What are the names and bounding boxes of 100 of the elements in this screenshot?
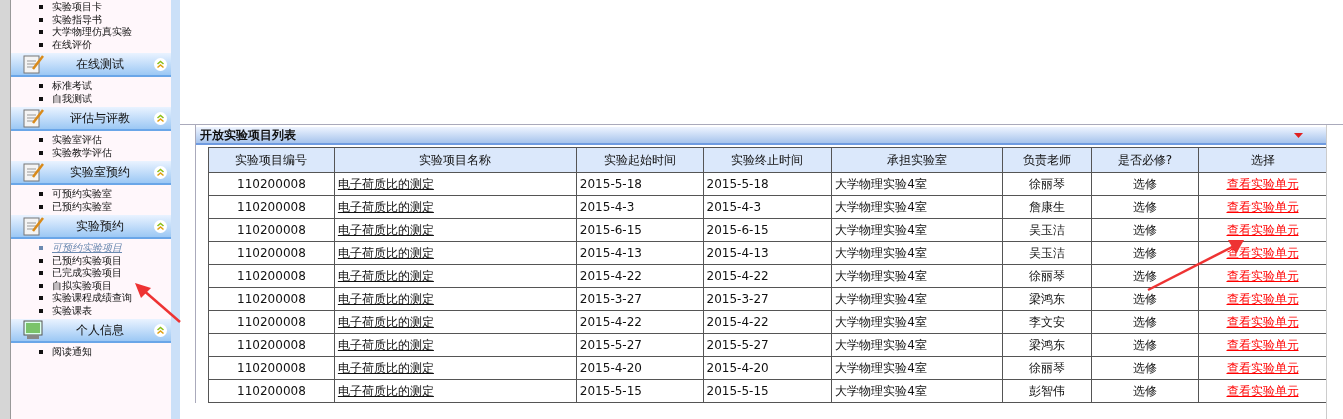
table-cell: 选修 — [1091, 195, 1199, 219]
section-title: 个人信息 — [74, 321, 125, 339]
menu-link[interactable]: 自我测试 — [52, 91, 92, 106]
column-header: 承担实验室 — [831, 147, 1003, 173]
table-cell: 2015-5-27 — [576, 333, 704, 357]
table-cell: 2015-5-15 — [703, 379, 832, 403]
table-cell: 选修 — [1091, 379, 1199, 403]
table-cell: 选修 — [1091, 287, 1199, 311]
menu-link[interactable]: 已预约实验项目 — [52, 253, 122, 268]
table-cell: 2015-5-27 — [703, 333, 832, 357]
table-cell: 选修 — [1091, 310, 1199, 334]
table-cell: 大学物理实验4室 — [831, 310, 1003, 334]
menu-link[interactable]: 实验项目卡 — [52, 0, 102, 15]
annotation-arrow — [134, 282, 182, 324]
table-cell: 选修 — [1091, 218, 1199, 242]
table-cell: 詹康生 — [1002, 195, 1092, 219]
bullet-icon — [39, 246, 43, 251]
table-cell: 110200008 — [208, 218, 335, 242]
menu-link[interactable]: 标准考试 — [52, 79, 92, 94]
notepad-icon — [23, 162, 45, 182]
table-cell: 2015-5-15 — [576, 379, 704, 403]
table-cell: 选修 — [1091, 356, 1199, 380]
column-header: 选择 — [1198, 147, 1327, 173]
column-header: 实验项目名称 — [334, 147, 577, 173]
bullet-icon — [39, 42, 43, 47]
table-cell: 梁鸿东 — [1002, 333, 1092, 357]
table-cell: 2015-3-27 — [703, 287, 832, 311]
collapse-chevron-icon[interactable] — [154, 165, 167, 179]
section-header[interactable]: 个人信息 — [11, 319, 171, 343]
notepad-icon — [23, 216, 45, 236]
table-cell: 2015-4-22 — [576, 264, 704, 288]
table-cell: 大学物理实验4室 — [831, 287, 1003, 311]
table-cell: 选修 — [1091, 172, 1199, 196]
menu-link[interactable]: 可预约实验室 — [52, 187, 112, 202]
monitor-icon — [23, 320, 45, 340]
menu-link[interactable]: 已完成实验项目 — [52, 266, 122, 281]
bullet-icon — [39, 30, 43, 35]
section-title: 在线测试 — [74, 55, 125, 73]
collapse-chevron-icon[interactable] — [154, 219, 167, 233]
table-cell: 110200008 — [208, 195, 335, 219]
section-header[interactable]: 实验预约 — [11, 215, 171, 239]
table-cell: 吴玉洁 — [1002, 218, 1092, 242]
table-cell: 徐丽琴 — [1002, 356, 1092, 380]
table-cell: 大学物理实验4室 — [831, 241, 1003, 265]
table-cell: 2015-3-27 — [576, 287, 704, 311]
table-cell: 大学物理实验4室 — [831, 356, 1003, 380]
table-cell: 徐丽琴 — [1002, 172, 1092, 196]
table-cell: 大学物理实验4室 — [831, 195, 1003, 219]
collapse-chevron-icon[interactable] — [154, 57, 167, 71]
bullet-icon — [39, 204, 43, 209]
table-cell: 选修 — [1091, 264, 1199, 288]
dropdown-triangle-icon[interactable] — [1294, 132, 1303, 138]
table-cell: 2015-6-15 — [576, 218, 704, 242]
bullet-icon — [39, 17, 43, 22]
collapse-chevron-icon[interactable] — [154, 323, 167, 337]
section-title: 实验室预约 — [68, 163, 131, 181]
collapse-chevron-icon[interactable] — [154, 111, 167, 125]
table-cell: 2015-6-15 — [703, 218, 832, 242]
table-cell: 大学物理实验4室 — [831, 333, 1003, 357]
menu-link[interactable]: 可预约实验项目 — [52, 241, 122, 256]
notepad-icon — [23, 108, 45, 128]
bullet-icon — [39, 84, 43, 89]
table-cell: 徐丽琴 — [1002, 264, 1092, 288]
section-header[interactable]: 在线测试 — [11, 53, 171, 77]
table-cell: 110200008 — [208, 379, 335, 403]
table-cell: 110200008 — [208, 356, 335, 380]
menu-link[interactable]: 大学物理仿真实验 — [52, 25, 132, 40]
menu-link[interactable]: 实验课表 — [52, 303, 92, 318]
menu-link[interactable]: 实验教学评估 — [52, 145, 112, 160]
bullet-icon — [39, 350, 43, 355]
table-cell: 2015-4-22 — [703, 264, 832, 288]
table-cell: 2015-4-13 — [576, 241, 704, 265]
menu-link[interactable]: 在线评价 — [52, 37, 92, 52]
menu-link[interactable]: 已预约实验室 — [52, 199, 112, 214]
menu-link[interactable]: 阅读通知 — [52, 345, 92, 360]
bullet-icon — [39, 5, 43, 10]
section-title: 评估与评教 — [68, 109, 131, 127]
table-cell: 大学物理实验4室 — [831, 379, 1003, 403]
table-cell: 110200008 — [208, 287, 335, 311]
table-cell: 选修 — [1091, 333, 1199, 357]
table-cell: 大学物理实验4室 — [831, 218, 1003, 242]
bullet-icon — [39, 138, 43, 143]
menu-link[interactable]: 实验室评估 — [52, 133, 102, 148]
bullet-icon — [39, 150, 43, 155]
menu-link[interactable]: 自拟实验项目 — [52, 278, 112, 293]
bullet-icon — [39, 192, 43, 197]
column-header: 实验终止时间 — [703, 147, 832, 173]
column-header: 是否必修? — [1091, 147, 1199, 173]
bullet-icon — [39, 271, 43, 276]
table-cell: 大学物理实验4室 — [831, 172, 1003, 196]
section-header[interactable]: 评估与评教 — [11, 107, 171, 131]
section-header[interactable]: 实验室预约 — [11, 161, 171, 185]
menu-link[interactable]: 实验课程成绩查询 — [52, 291, 132, 306]
table-cell: 李文安 — [1002, 310, 1092, 334]
bullet-icon — [39, 96, 43, 101]
table-cell: 2015-4-3 — [703, 195, 832, 219]
menu-link[interactable]: 实验指导书 — [52, 12, 102, 27]
table-cell: 2015-5-18 — [703, 172, 832, 196]
table-cell: 110200008 — [208, 172, 335, 196]
panel-title: 开放实验项目列表 — [200, 126, 296, 144]
